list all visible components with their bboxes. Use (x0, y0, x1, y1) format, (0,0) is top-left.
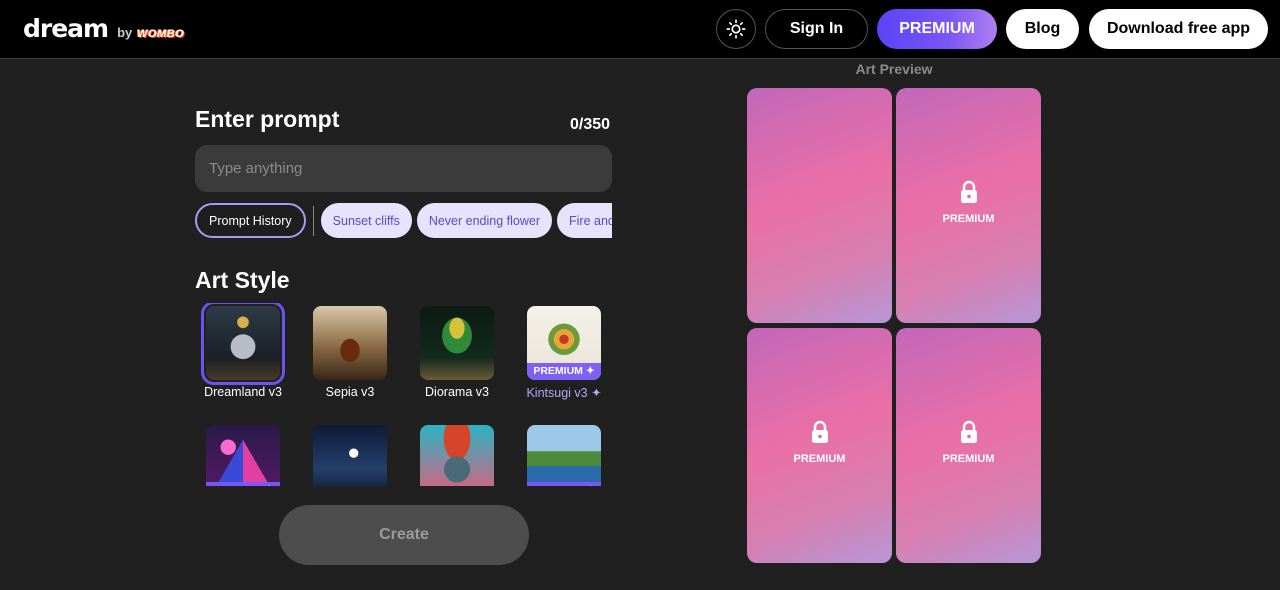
preview-card-locked[interactable]: PREMIUM (747, 328, 892, 563)
prompt-input[interactable] (195, 145, 612, 192)
style-label: Diorama v3 (425, 385, 489, 399)
wombo-logo: WOMBO (137, 28, 185, 40)
download-app-button[interactable]: Download free app (1089, 9, 1268, 49)
art-style-heading: Art Style (195, 267, 290, 293)
style-label: Kintsugi v3 ✦ (526, 386, 602, 400)
blog-button[interactable]: Blog (1006, 9, 1079, 49)
style-option-night[interactable] (302, 425, 398, 486)
style-thumbnail (313, 306, 387, 380)
style-thumbnail (313, 425, 387, 486)
lock-icon (811, 420, 828, 443)
character-counter: 0/350 (570, 116, 611, 133)
logo-wordmark: dream (23, 14, 109, 43)
style-option-pyramid[interactable]: PREMIUM ✦ (195, 425, 291, 486)
style-label: Sepia v3 (325, 385, 375, 399)
top-bar: dream by WOMBO Sign In PREMIUM Blog Down… (0, 0, 1280, 59)
sign-in-button[interactable]: Sign In (765, 9, 868, 49)
style-option-kintsugi[interactable]: PREMIUM ✦ Kintsugi v3 ✦ (516, 306, 612, 400)
preview-card-locked[interactable]: PREMIUM (896, 328, 1041, 563)
logo-by-text: by (117, 25, 133, 40)
art-preview-heading: Art Preview (855, 61, 933, 77)
style-thumbnail: PREMIUM ✦ (527, 425, 601, 486)
enter-prompt-heading: Enter prompt (195, 106, 340, 132)
theme-toggle-button[interactable] (716, 9, 756, 49)
premium-label: PREMIUM (942, 213, 995, 225)
chips-divider (312, 205, 314, 236)
style-thumbnail (201, 303, 285, 385)
suggestion-chip[interactable]: Never ending flower (416, 203, 552, 238)
sun-icon (726, 19, 746, 39)
style-option-diorama[interactable]: Diorama v3 (409, 306, 505, 399)
premium-badge: PREMIUM ✦ (206, 482, 280, 486)
preview-card[interactable] (747, 88, 892, 323)
style-option-dreamland[interactable]: Dreamland v3 (195, 303, 291, 399)
create-button[interactable]: Create (279, 505, 529, 565)
dream-logo[interactable]: dream by WOMBO (23, 14, 184, 43)
style-label: Dreamland v3 (204, 385, 282, 399)
prompt-history-button[interactable]: Prompt History (195, 203, 306, 238)
lock-icon (960, 180, 977, 203)
premium-label: PREMIUM (793, 453, 846, 465)
lock-icon (960, 420, 977, 443)
art-style-grid: Dreamland v3 Sepia v3 Diorama v3 PREMIUM… (195, 303, 612, 486)
suggestion-chip[interactable]: Fire and w (557, 203, 612, 238)
preview-card-locked[interactable]: PREMIUM (896, 88, 1041, 323)
style-option-sepia[interactable]: Sepia v3 (302, 306, 398, 399)
style-option-koala[interactable] (409, 425, 505, 486)
style-option-coast[interactable]: PREMIUM ✦ (516, 425, 612, 486)
premium-label: PREMIUM (942, 453, 995, 465)
style-thumbnail (420, 425, 494, 486)
premium-badge: PREMIUM ✦ (527, 482, 601, 486)
premium-button[interactable]: PREMIUM (877, 9, 997, 49)
style-thumbnail: PREMIUM ✦ (206, 425, 280, 486)
premium-badge: PREMIUM ✦ (527, 363, 601, 380)
style-thumbnail: PREMIUM ✦ (527, 306, 601, 380)
style-thumbnail (420, 306, 494, 380)
prompt-chips-row: Prompt History Sunset cliffs Never endin… (195, 202, 612, 239)
suggestion-chip[interactable]: Sunset cliffs (320, 203, 412, 238)
